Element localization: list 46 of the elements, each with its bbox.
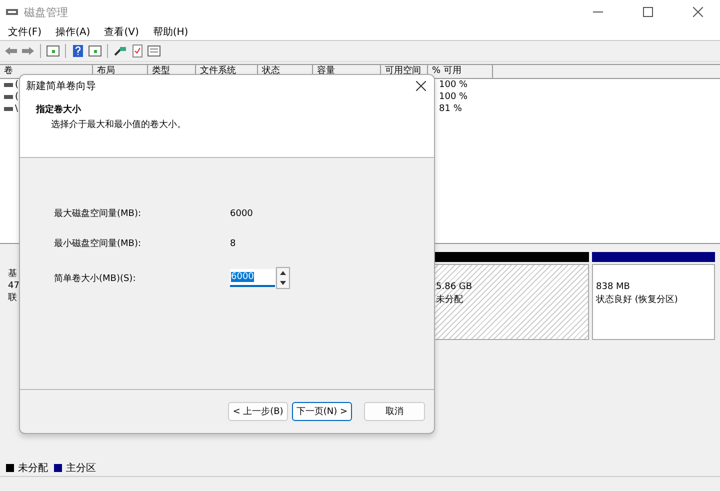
partition-status: 未分配	[436, 294, 464, 307]
menu-item[interactable]: 文件(F)	[8, 25, 42, 39]
checklist-icon[interactable]	[130, 44, 144, 58]
dialog-button[interactable]: 取消	[364, 402, 425, 421]
partition-status: 状态良好 (恢复分区)	[596, 294, 679, 307]
table-cell: \	[15, 104, 18, 114]
step-heading: 指定卷大小	[36, 103, 82, 116]
field-value: 8	[230, 238, 237, 248]
menu-item[interactable]: 查看(V)	[104, 25, 139, 39]
list-icon[interactable]	[147, 44, 161, 58]
partition-block[interactable]: 5.86 GB 未分配	[432, 264, 589, 340]
partition-block[interactable]: 838 MB 状态良好 (恢复分区)	[592, 264, 715, 340]
field-label: 最小磁盘空间量(MB):	[54, 238, 142, 250]
menu-item[interactable]: 操作(A)	[56, 25, 90, 39]
table-cell: (	[15, 92, 19, 102]
table-cell: 100 %	[439, 80, 468, 90]
table-cell: 81 %	[439, 104, 462, 114]
close-icon[interactable]	[416, 81, 426, 91]
forward-icon[interactable]	[21, 44, 35, 58]
disk-label: 联	[8, 292, 17, 304]
table-cell: 100 %	[439, 92, 468, 102]
help-icon[interactable]	[71, 44, 85, 58]
dialog-button[interactable]: < 上一步(B)	[228, 402, 288, 421]
menu-item[interactable]: 帮助(H)	[152, 25, 188, 39]
spin-buttons[interactable]	[276, 267, 290, 289]
disk-label: 47	[8, 280, 20, 292]
back-icon[interactable]	[4, 44, 18, 58]
disk-label: 基	[8, 268, 17, 280]
step-description: 选择介于最大和最小值的卷大小。	[50, 118, 187, 131]
legend-label: 未分配	[18, 462, 48, 475]
field-label: 简单卷大小(MB)(S):	[54, 272, 137, 284]
partition-size: 838 MB	[596, 281, 631, 294]
size-input[interactable]: 6000	[230, 269, 275, 287]
legend-label: 主分区	[66, 462, 96, 475]
table-cell: (	[15, 80, 19, 90]
panel-icon[interactable]	[46, 44, 60, 58]
field-value: 6000	[230, 208, 254, 218]
panel-icon[interactable]	[88, 44, 102, 58]
close-icon[interactable]	[693, 7, 703, 17]
partition-size: 5.86 GB	[436, 281, 474, 294]
dialog-button[interactable]: 下一页(N) >	[292, 402, 352, 421]
connect-icon[interactable]	[113, 44, 127, 58]
dialog-title: 新建简单卷向导	[26, 80, 97, 93]
maximize-icon[interactable]	[643, 7, 653, 17]
field-label: 最大磁盘空间量(MB):	[54, 208, 142, 220]
window-title: 磁盘管理	[24, 4, 69, 20]
